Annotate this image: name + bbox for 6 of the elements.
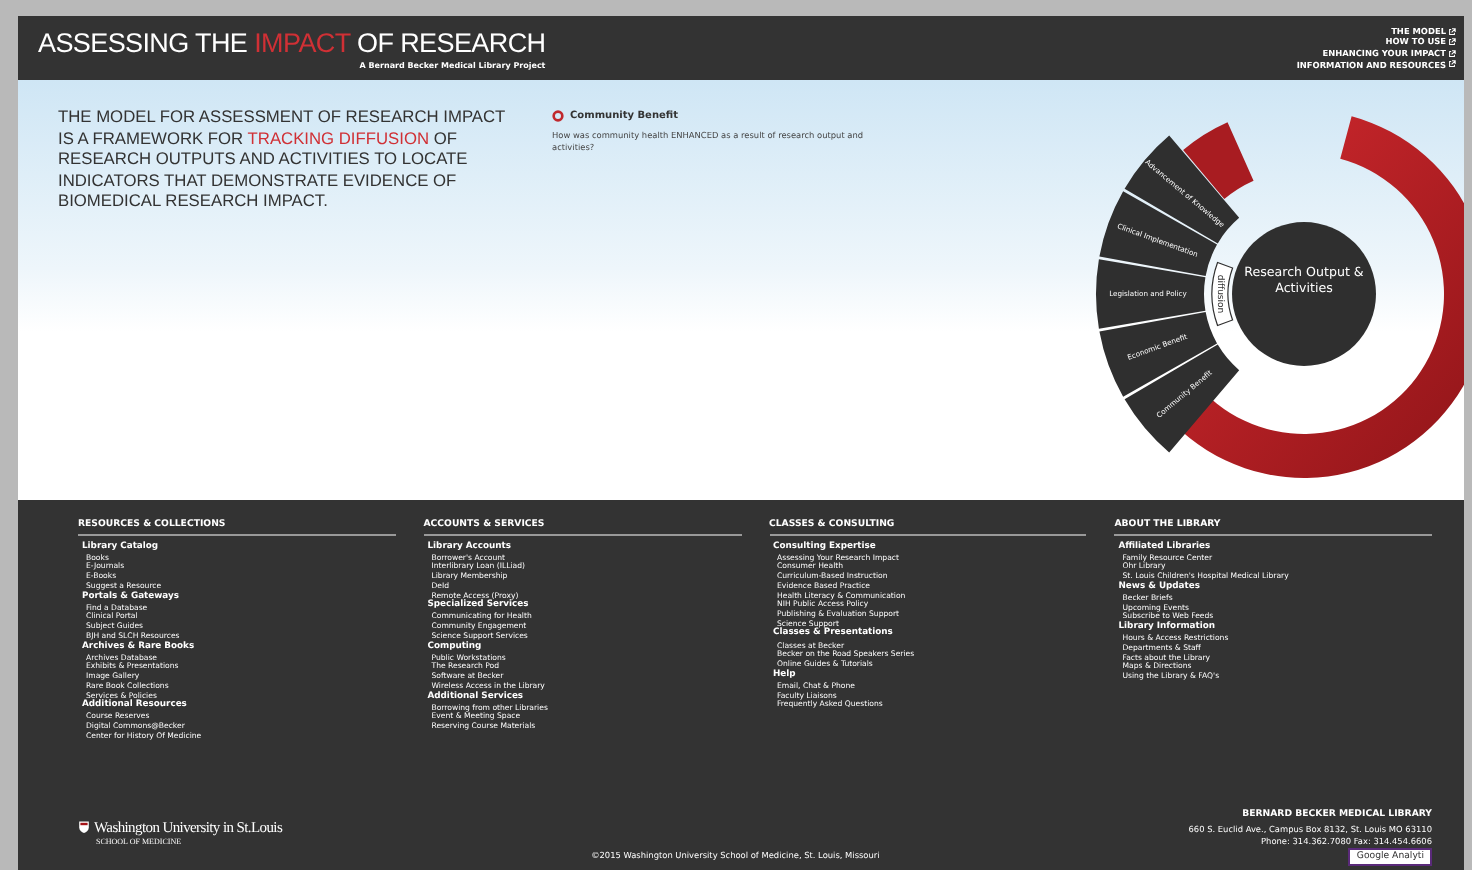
ring-tab	[1183, 122, 1254, 199]
site-title[interactable]: ASSESSING THE IMPACT OF RESEARCH	[38, 27, 546, 57]
diffusion-band	[1211, 261, 1234, 327]
model-statement: THE MODEL FOR ASSESSMENT OF RESEARCH IMPACT IS A FRAMEWORK FOR TRACKING DIFFUSION OF RESEARCH OUTPUTS AND ACTIVITIES TO LOCATE INDICATORS THAT DEMONSTRATE EVIDENCE OF BIOMEDICAL RESEARCH IMPACT.	[58, 106, 508, 214]
ring-icon	[552, 110, 564, 122]
shield-icon	[78, 820, 90, 834]
